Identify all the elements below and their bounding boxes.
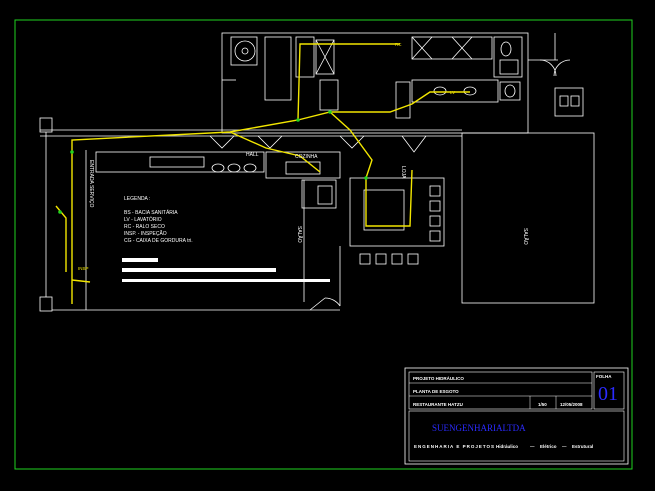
- room-label-cozinha: COZINHA: [295, 154, 318, 160]
- pipe-node: [296, 118, 300, 122]
- project-label: PROJETO HIDRÁULICO: [413, 375, 464, 381]
- scale-value: 1/50: [538, 402, 547, 407]
- room-label-salao-left: SALÃO: [296, 226, 303, 243]
- legend-item: BS - BACIA SANITÁRIA: [124, 209, 178, 216]
- room-label-hall: HALL: [246, 152, 259, 158]
- pipe-node: [58, 210, 62, 214]
- room-label-entrada: ENTRADA SERVIÇO: [88, 160, 94, 208]
- legend-item: CG - CAIXA DE GORDURA tri.: [124, 238, 193, 244]
- fixture-label-insp: INSP: [78, 266, 89, 271]
- legend-title: LEGENDA :: [124, 196, 150, 202]
- client-label: RESTAURANTE HATZU: [413, 402, 463, 407]
- pipe-node: [70, 150, 74, 154]
- fixture-label-rc: RC: [395, 42, 402, 47]
- fixture-label-lv: LV: [450, 90, 455, 95]
- date-value: 12/05/2008: [560, 402, 583, 407]
- room-label-salao-right: SALÃO: [522, 228, 529, 245]
- sheet-number: 01: [598, 383, 618, 405]
- room-label-loja: LOJA: [400, 166, 406, 179]
- sheet-label: FOLHA: [596, 374, 612, 379]
- service-2: Elétrico: [540, 444, 557, 449]
- legend-item: LV - LAVATÓRIO: [124, 216, 162, 223]
- company-name: SUENGENHARIALTDA: [432, 423, 526, 433]
- legend-item: RC - RALO SECO: [124, 224, 165, 230]
- cad-drawing: HALL COZINHA SALÃO SALÃO LOJA ENTRADA SE…: [0, 0, 655, 491]
- drawing-label: PLANTA DE ESGOTO: [413, 389, 459, 394]
- note-bar: [122, 258, 158, 262]
- service-1: Hidráulico: [496, 444, 518, 449]
- service-separator: —: [530, 444, 535, 449]
- pipe-node: [328, 110, 332, 114]
- note-bar: [122, 268, 276, 272]
- pipe-node: [364, 176, 368, 180]
- note-bar: [122, 279, 330, 282]
- service-separator: —: [562, 444, 567, 449]
- legend-item: INSP. - INSPEÇÃO: [124, 230, 167, 237]
- company-tagline: ENGENHARIA E PROJETOS: [414, 444, 495, 449]
- service-3: Estrutural: [572, 444, 593, 449]
